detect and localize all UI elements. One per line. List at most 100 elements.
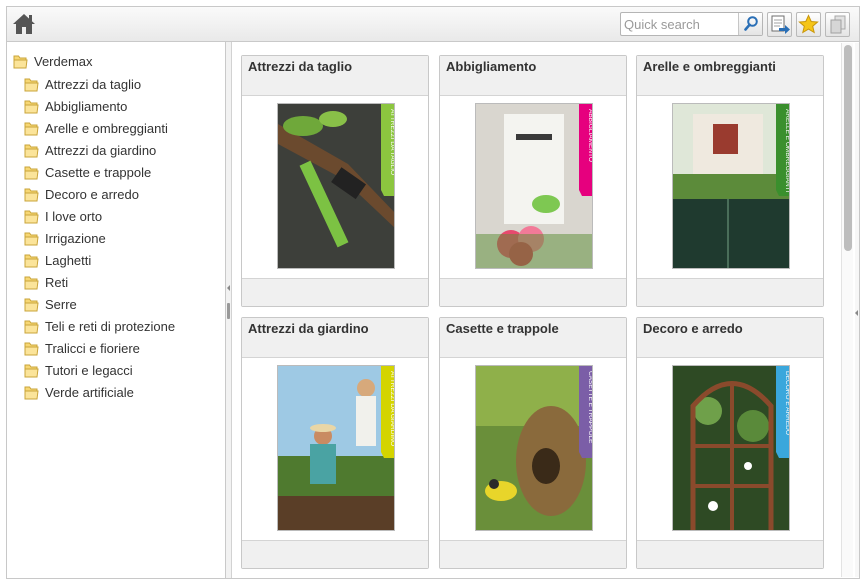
catalog-card[interactable]: Decoro e arredo DECORO E ARREDO <box>636 317 824 569</box>
catalog-card[interactable]: Abbigliamento ABBIGLIAMENTO <box>439 55 627 307</box>
folder-icon <box>24 78 39 92</box>
folder-icon <box>24 342 39 356</box>
tree-item[interactable]: Tutori e legacci <box>24 359 175 381</box>
tree-item-label: Arelle e ombreggianti <box>45 120 168 136</box>
tree-item-label: Attrezzi da taglio <box>45 76 142 92</box>
tree-children: Attrezzi da taglio Abbigliamento Arelle e … <box>24 73 175 403</box>
tree-item-label: Decoro e arredo <box>45 186 139 202</box>
catalog-grid: Attrezzi da taglio ATTREZZI DA TAGLIO Abbi… <box>233 42 853 578</box>
card-body: CASETTE E TRAPPOLE <box>440 358 626 541</box>
favorites-button[interactable] <box>796 12 821 37</box>
catalog-card[interactable]: Attrezzi da taglio ATTREZZI DA TAGLIO <box>241 55 429 307</box>
tree-item-label: Abbigliamento <box>45 98 128 114</box>
tree-item[interactable]: Teli e reti di protezione <box>24 315 175 337</box>
folder-icon <box>24 276 39 290</box>
search-input[interactable] <box>624 15 736 33</box>
star-icon <box>798 14 819 34</box>
folder-icon <box>24 122 39 136</box>
card-title: Abbigliamento <box>446 59 537 74</box>
tree-item[interactable]: Attrezzi da taglio <box>24 73 175 95</box>
folder-icon <box>24 364 39 378</box>
folder-icon <box>13 55 28 69</box>
cover-spine-label: DECORO E ARREDO <box>784 371 790 435</box>
tree-item[interactable]: Attrezzi da giardino <box>24 139 175 161</box>
cover-art: ATTREZZI DA GIARDINO <box>278 366 395 530</box>
tree-item-label: Casette e trappole <box>45 164 152 180</box>
catalog-cover-image[interactable]: CASETTE E TRAPPOLE <box>475 365 593 531</box>
folder-icon <box>24 210 39 224</box>
folder-icon <box>24 254 39 268</box>
tree-item[interactable]: Irrigazione <box>24 227 175 249</box>
card-header: Attrezzi da giardino <box>242 318 428 358</box>
home-icon <box>13 14 35 34</box>
folder-tree: Verdemax Attrezzi da taglio Abbigliamento… <box>7 42 226 578</box>
folder-icon <box>24 166 39 180</box>
cover-spine-label: ABBIGLIAMENTO <box>587 109 593 162</box>
tree-item[interactable]: Serre <box>24 293 175 315</box>
folder-icon <box>24 100 39 114</box>
catalog-cover-image[interactable]: ATTREZZI DA TAGLIO <box>277 103 395 269</box>
scrollbar-thumb[interactable] <box>844 45 852 251</box>
tree-item[interactable]: Casette e trappole <box>24 161 175 183</box>
catalog-cover-image[interactable]: ATTREZZI DA GIARDINO <box>277 365 395 531</box>
cover-art: DECORO E ARREDO <box>673 366 790 530</box>
catalog-cover-image[interactable]: DECORO E ARREDO <box>672 365 790 531</box>
card-header: Decoro e arredo <box>637 318 823 358</box>
tree-item[interactable]: Tralicci e fioriere <box>24 337 175 359</box>
tree-item-label: Teli e reti di protezione <box>45 318 176 334</box>
catalog-card[interactable]: Casette e trappole CASETTE E TRAPPOLE <box>439 317 627 569</box>
cover-art: ATTREZZI DA TAGLIO <box>278 104 395 268</box>
tree-item[interactable]: Arelle e ombreggianti <box>24 117 175 139</box>
home-button[interactable] <box>12 12 36 36</box>
cover-spine-label: ATTREZZI DA GIARDINO <box>389 371 395 446</box>
right-panel-collapse[interactable] <box>855 43 859 577</box>
cover-spine-label: ARELLE E OMBREGGIANTI <box>784 109 790 193</box>
catalog-card[interactable]: Arelle e ombreggianti ARELLE E OMBREGGIAN… <box>636 55 824 307</box>
catalog-cover-image[interactable]: ARELLE E OMBREGGIANTI <box>672 103 790 269</box>
cover-art: CASETTE E TRAPPOLE <box>476 366 592 530</box>
tree-item-label: Verde artificiale <box>45 384 134 400</box>
tree-root-verdemax[interactable]: Verdemax <box>13 51 93 71</box>
document-stack-icon <box>830 15 846 34</box>
vertical-scrollbar[interactable] <box>841 43 853 577</box>
tree-item[interactable]: Verde artificiale <box>24 381 175 403</box>
tree-item[interactable]: I love orto <box>24 205 175 227</box>
folder-icon <box>24 232 39 246</box>
folder-icon <box>24 298 39 312</box>
folder-icon <box>24 320 39 334</box>
card-footer <box>637 541 823 568</box>
tree-item[interactable]: Abbigliamento <box>24 95 175 117</box>
card-title: Arelle e ombreggianti <box>643 59 776 74</box>
tree-item[interactable]: Laghetti <box>24 249 175 271</box>
document-arrow-icon <box>771 15 790 34</box>
export-button[interactable] <box>767 12 792 37</box>
card-title: Attrezzi da giardino <box>248 321 369 336</box>
card-title: Attrezzi da taglio <box>248 59 353 74</box>
search-button[interactable] <box>738 13 762 35</box>
card-footer <box>637 279 823 306</box>
card-footer <box>440 279 626 306</box>
tree-item-label: Reti <box>45 274 69 290</box>
panel-splitter[interactable] <box>226 42 232 578</box>
catalog-card[interactable]: Attrezzi da giardino ATTREZZI DA GIARDINO <box>241 317 429 569</box>
splitter-grip <box>227 303 230 319</box>
card-body: ABBIGLIAMENTO <box>440 96 626 279</box>
catalog-cover-image[interactable]: ABBIGLIAMENTO <box>475 103 593 269</box>
cover-spine-label: ATTREZZI DA TAGLIO <box>389 109 395 175</box>
tree-item-label: Irrigazione <box>45 230 106 246</box>
collapse-left-icon <box>227 285 230 291</box>
tree-item[interactable]: Decoro e arredo <box>24 183 175 205</box>
tree-item[interactable]: Reti <box>24 271 175 293</box>
folder-icon <box>24 144 39 158</box>
tree-item-label: Serre <box>45 296 77 312</box>
magnifier-icon <box>744 16 758 31</box>
card-body: ARELLE E OMBREGGIANTI <box>637 96 823 279</box>
folder-icon <box>24 386 39 400</box>
tree-item-label: Attrezzi da giardino <box>45 142 157 158</box>
card-footer <box>440 541 626 568</box>
collapse-right-icon <box>855 310 858 316</box>
folder-icon <box>24 188 39 202</box>
disabled-tool-button[interactable] <box>825 12 850 37</box>
card-footer <box>242 541 428 568</box>
card-title: Decoro e arredo <box>643 321 743 336</box>
